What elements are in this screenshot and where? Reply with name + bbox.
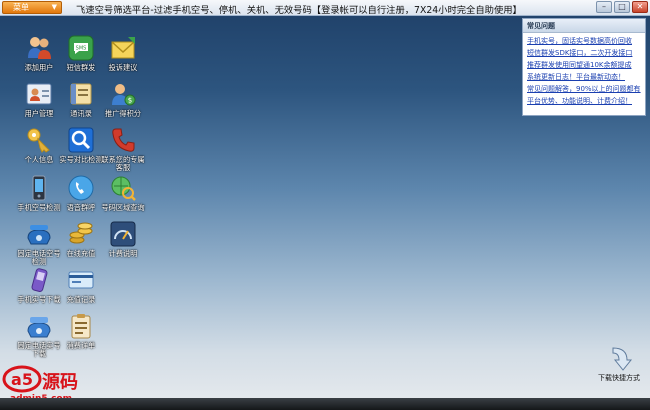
clipboard-icon: [71, 314, 91, 339]
desktop-icon-complaint[interactable]: 投诉建议: [98, 34, 148, 78]
users-icon: [28, 37, 51, 59]
desktop-icon-download-shortcut[interactable]: 下载快捷方式: [594, 344, 644, 388]
coins-icon: [69, 222, 93, 244]
window-title: 飞速空号筛选平台-过滤手机空号、停机、关机、无效号码【登录帐可以自行注册，7X2…: [76, 5, 516, 16]
flip-phone-icon: [31, 268, 48, 293]
watermark-brand: 源码: [42, 372, 78, 393]
gauge-icon: [110, 221, 136, 247]
faq-link[interactable]: 手机实号，固话实号数据高价回收: [527, 35, 645, 47]
phone-handset-icon: [112, 128, 135, 152]
svg-text:$: $: [128, 97, 132, 105]
desktop-icon-recharge-record[interactable]: 充值记录: [56, 266, 106, 310]
icon-label: 下载快捷方式: [598, 374, 640, 382]
maximize-button[interactable]: □: [614, 1, 630, 13]
id-card-icon: [26, 83, 52, 105]
close-button[interactable]: ✕: [632, 1, 648, 13]
minimize-button[interactable]: –: [596, 1, 612, 13]
icon-label: 消费详单: [66, 341, 96, 350]
icon-label: 充值记录: [66, 295, 96, 304]
faq-link[interactable]: 推荐群发使用同望通10K余额提成: [527, 59, 645, 71]
faq-link[interactable]: 平台优势、功能说明、计费介绍！: [527, 95, 645, 107]
a5-logo: a5: [2, 365, 42, 393]
landline-phone-icon: [27, 225, 51, 245]
chevron-down-icon: ▼: [51, 3, 57, 11]
notebook-icon: [70, 83, 92, 105]
sms-icon: SMS: [68, 35, 94, 61]
faq-panel: 常见问题 手机实号，固话实号数据高价回收 短信群发SDK接口，二次开发接口 推荐…: [522, 18, 646, 116]
taskbar: [0, 398, 650, 410]
faq-link[interactable]: 短信群发SDK接口，二次开发接口: [527, 47, 645, 59]
mobile-phone-icon: [32, 175, 46, 201]
menu-label: 菜单: [13, 3, 29, 12]
shortcut-arrow-icon: [612, 347, 633, 371]
title-bar: 菜单 ▼ 飞速空号筛选平台-过滤手机空号、停机、关机、无效号码【登录帐可以自行注…: [0, 0, 650, 16]
user-money-icon: $: [112, 84, 136, 106]
icon-label: 号码区域查询: [101, 203, 145, 212]
desktop-icon-contact-service[interactable]: 联系您的专属客服: [98, 126, 148, 172]
icon-label: 计费说明: [108, 249, 138, 258]
envelope-icon: [111, 37, 135, 59]
faq-link[interactable]: 常见问题解答，90%以上的问题都有: [527, 83, 645, 95]
phone-globe-icon: [68, 175, 94, 201]
svg-text:SMS: SMS: [76, 46, 87, 52]
desktop-icon-region-query[interactable]: 号码区域查询: [98, 174, 148, 218]
desktop-icon-consumption-detail[interactable]: 消费详单: [56, 312, 106, 356]
icon-label: 投诉建议: [108, 63, 138, 72]
menu-button[interactable]: 菜单 ▼: [2, 1, 62, 14]
faq-link[interactable]: 系统更新日志！平台最新动态！: [527, 71, 645, 83]
search-icon: [68, 127, 94, 153]
icon-label: 联系您的专属客服: [101, 155, 145, 172]
landline-phone-icon: [27, 317, 51, 338]
icon-label: 推广得积分: [105, 109, 141, 118]
key-icon: [27, 128, 50, 153]
desktop-icon-promo-points[interactable]: $ 推广得积分: [98, 80, 148, 124]
credit-card-icon: [68, 271, 94, 289]
desktop-icon-billing-info[interactable]: 计费说明: [98, 220, 148, 264]
faq-panel-title: 常见问题: [523, 19, 645, 33]
globe-search-icon: [111, 176, 136, 201]
faq-list: 手机实号，固话实号数据高价回收 短信群发SDK接口，二次开发接口 推荐群发使用同…: [523, 33, 645, 107]
svg-text:a5: a5: [11, 370, 33, 389]
